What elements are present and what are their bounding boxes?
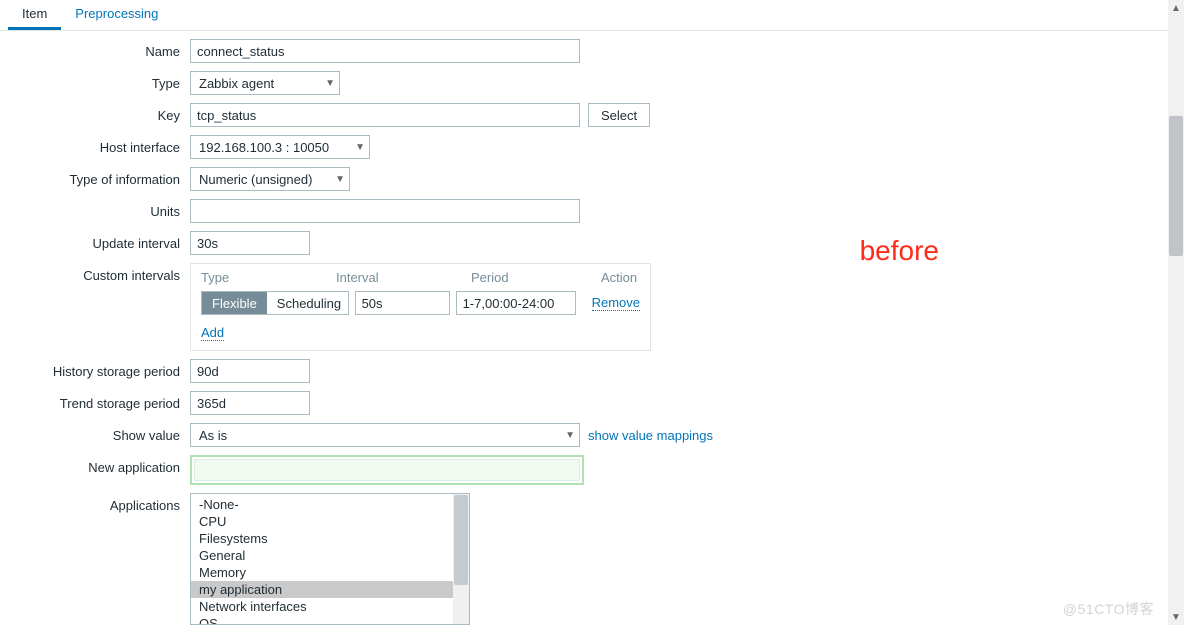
type-of-information-select[interactable]: Numeric (unsigned) ▼: [190, 167, 350, 191]
label-applications: Applications: [0, 493, 190, 513]
label-type: Type: [0, 71, 190, 91]
list-item[interactable]: Network interfaces: [191, 598, 469, 615]
scheduling-toggle[interactable]: Scheduling: [267, 292, 349, 314]
show-value-select[interactable]: As is ▼: [190, 423, 580, 447]
label-units: Units: [0, 199, 190, 219]
chevron-down-icon: ▼: [355, 142, 365, 153]
annotation-before: before: [860, 235, 939, 267]
chevron-down-icon: ▼: [565, 430, 575, 441]
list-item[interactable]: -None-: [191, 496, 469, 513]
label-host-interface: Host interface: [0, 135, 190, 155]
tabs-bar: Item Preprocessing: [0, 0, 1184, 31]
label-show-value: Show value: [0, 423, 190, 443]
list-item[interactable]: General: [191, 547, 469, 564]
scroll-track[interactable]: [1168, 16, 1184, 609]
applications-scroll-thumb[interactable]: [454, 495, 468, 585]
tab-preprocessing[interactable]: Preprocessing: [61, 0, 172, 30]
label-key: Key: [0, 103, 190, 123]
custom-intervals-box: Type Interval Period Action Flexible Sch…: [190, 263, 651, 351]
label-trend-storage-period: Trend storage period: [0, 391, 190, 411]
interval-head-type: Type: [201, 270, 336, 285]
update-interval-input[interactable]: [190, 231, 310, 255]
scroll-down-icon[interactable]: ▼: [1168, 609, 1184, 625]
item-form: Name Type Zabbix agent ▼ Key Select Host…: [0, 31, 1184, 625]
remove-link[interactable]: Remove: [592, 295, 640, 311]
units-input[interactable]: [190, 199, 580, 223]
watermark: @51CTO博客: [1063, 599, 1154, 619]
applications-items: -None-CPUFilesystemsGeneralMemorymy appl…: [191, 494, 469, 625]
show-value-value: As is: [199, 428, 227, 443]
chevron-down-icon: ▼: [335, 174, 345, 185]
type-of-information-value: Numeric (unsigned): [199, 172, 312, 187]
host-interface-value: 192.168.100.3 : 10050: [199, 140, 329, 155]
list-item[interactable]: my application: [191, 581, 469, 598]
label-update-interval: Update interval: [0, 231, 190, 251]
trend-storage-period-input[interactable]: [190, 391, 310, 415]
label-type-of-information: Type of information: [0, 167, 190, 187]
type-select[interactable]: Zabbix agent ▼: [190, 71, 340, 95]
interval-type-toggle: Flexible Scheduling: [201, 291, 349, 315]
name-input[interactable]: [190, 39, 580, 63]
new-application-input[interactable]: [194, 459, 580, 481]
chevron-down-icon: ▼: [325, 78, 335, 89]
list-item[interactable]: OS: [191, 615, 469, 625]
scroll-up-icon[interactable]: ▲: [1168, 0, 1184, 16]
type-select-value: Zabbix agent: [199, 76, 274, 91]
scroll-thumb[interactable]: [1169, 116, 1183, 256]
list-item[interactable]: Memory: [191, 564, 469, 581]
label-history-storage-period: History storage period: [0, 359, 190, 379]
main-scrollbar[interactable]: ▲ ▼: [1168, 0, 1184, 625]
key-input[interactable]: [190, 103, 580, 127]
host-interface-select[interactable]: 192.168.100.3 : 10050 ▼: [190, 135, 370, 159]
applications-scrollbar[interactable]: [453, 494, 469, 624]
interval-head-period: Period: [471, 270, 601, 285]
flexible-toggle[interactable]: Flexible: [202, 292, 267, 314]
interval-head-action: Action: [601, 270, 637, 285]
interval-head-interval: Interval: [336, 270, 471, 285]
list-item[interactable]: CPU: [191, 513, 469, 530]
new-application-highlight: [190, 455, 584, 485]
show-value-mappings-link[interactable]: show value mappings: [588, 428, 713, 443]
add-link[interactable]: Add: [201, 325, 224, 341]
applications-listbox[interactable]: -None-CPUFilesystemsGeneralMemorymy appl…: [190, 493, 470, 625]
history-storage-period-input[interactable]: [190, 359, 310, 383]
interval-value-input[interactable]: [355, 291, 450, 315]
select-button[interactable]: Select: [588, 103, 650, 127]
label-new-application: New application: [0, 455, 190, 475]
label-custom-intervals: Custom intervals: [0, 263, 190, 283]
list-item[interactable]: Filesystems: [191, 530, 469, 547]
label-name: Name: [0, 39, 190, 59]
period-value-input[interactable]: [456, 291, 576, 315]
tab-item[interactable]: Item: [8, 0, 61, 30]
